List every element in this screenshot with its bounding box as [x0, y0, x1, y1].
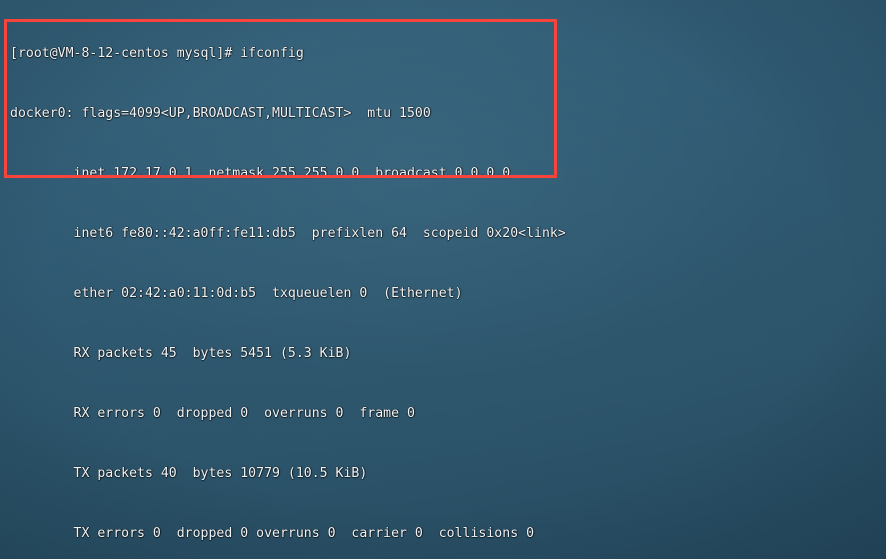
terminal-line: TX packets 40 bytes 10779 (10.5 KiB) [10, 466, 368, 481]
terminal-line: inet 172.17.0.1 netmask 255.255.0.0 broa… [10, 166, 511, 181]
terminal-line: docker0: flags=4099<UP,BROADCAST,MULTICA… [10, 106, 431, 121]
terminal-line: RX packets 45 bytes 5451 (5.3 KiB) [10, 346, 352, 361]
terminal-window[interactable]: [root@VM-8-12-centos mysql]# ifconfig do… [0, 0, 886, 559]
terminal-line: inet6 fe80::42:a0ff:fe11:db5 prefixlen 6… [10, 226, 566, 241]
terminal-output[interactable]: [root@VM-8-12-centos mysql]# ifconfig do… [0, 0, 886, 559]
terminal-line: ether 02:42:a0:11:0d:b5 txqueuelen 0 (Et… [10, 286, 463, 301]
terminal-line: RX errors 0 dropped 0 overruns 0 frame 0 [10, 406, 415, 421]
terminal-line: TX errors 0 dropped 0 overruns 0 carrier… [10, 526, 535, 541]
terminal-line: [root@VM-8-12-centos mysql]# ifconfig [10, 46, 304, 61]
